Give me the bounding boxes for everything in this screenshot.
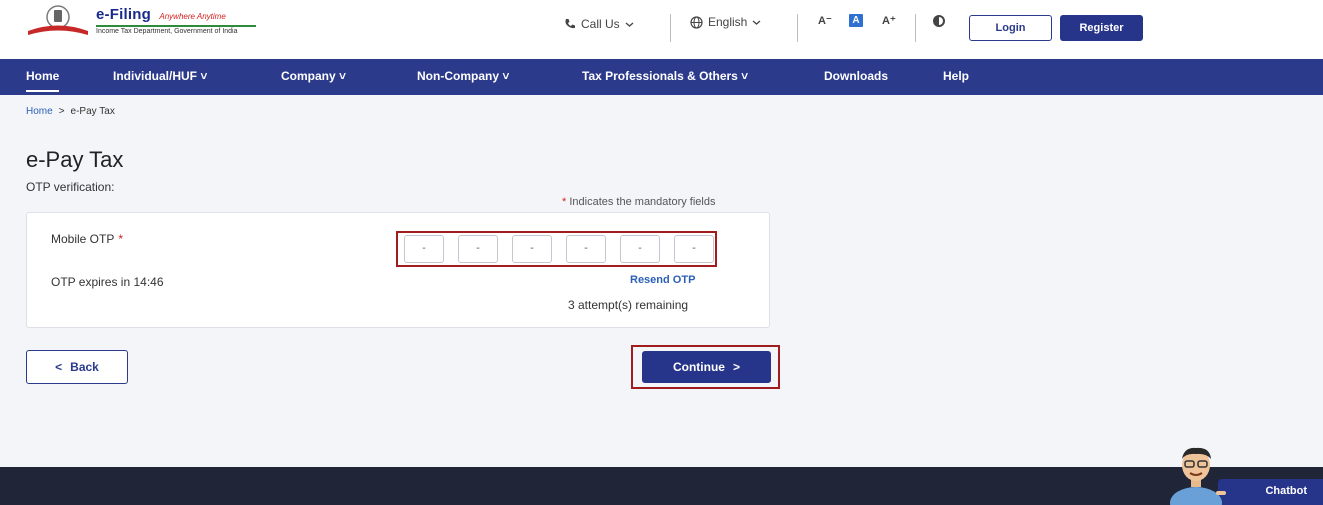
otp-input-group: - - - - - - — [396, 231, 717, 267]
breadcrumb-separator: > — [58, 106, 65, 117]
page-subtitle: OTP verification: — [26, 180, 115, 194]
otp-digit-2[interactable]: - — [458, 235, 498, 263]
emblem-logo[interactable] — [26, 4, 90, 38]
breadcrumb-home[interactable]: Home — [26, 106, 53, 117]
page-title: e-Pay Tax — [26, 147, 124, 172]
resend-otp-link[interactable]: Resend OTP — [630, 274, 695, 286]
nav-non-company[interactable]: Non-Company ˅ — [417, 69, 509, 83]
brand[interactable]: e-Filing Anywhere Anytime Income Tax Dep… — [96, 6, 256, 35]
toolbar-divider — [915, 14, 916, 42]
call-us-label: Call Us — [581, 17, 620, 31]
brand-subtitle: Income Tax Department, Government of Ind… — [96, 28, 238, 35]
chatbot-button[interactable]: Chatbot — [1218, 479, 1323, 505]
required-star: * — [562, 196, 567, 208]
language-label: English — [708, 15, 748, 29]
chevron-down-icon — [625, 22, 634, 27]
top-header: e-Filing Anywhere Anytime Income Tax Dep… — [0, 0, 1323, 59]
phone-icon — [565, 19, 575, 29]
chatbot-label: Chatbot — [1265, 485, 1307, 497]
toolbar-divider — [797, 14, 798, 42]
login-button[interactable]: Login — [969, 15, 1052, 41]
chevron-left-icon: < — [55, 360, 63, 374]
otp-digit-6[interactable]: - — [674, 235, 714, 263]
otp-digit-4[interactable]: - — [566, 235, 606, 263]
mandatory-note-text: Indicates the mandatory fields — [569, 196, 716, 208]
nav-tax-professionals[interactable]: Tax Professionals & Others ˅ — [582, 69, 748, 83]
chevron-down-icon — [752, 20, 761, 25]
breadcrumb-current: e-Pay Tax — [70, 106, 115, 117]
nav-downloads[interactable]: Downloads — [824, 69, 888, 83]
footer — [0, 467, 1323, 505]
required-star: * — [118, 232, 124, 246]
nav-home[interactable]: Home — [26, 69, 60, 92]
attempts-remaining: 3 attempt(s) remaining — [568, 298, 689, 312]
mandatory-note: * Indicates the mandatory fields — [562, 196, 715, 208]
chatbot-avatar-icon[interactable] — [1166, 445, 1228, 505]
otp-card: Mobile OTP * - - - - - - OTP expires in 1… — [26, 212, 770, 328]
call-us-menu[interactable]: Call Us — [564, 17, 634, 31]
chevron-right-icon: > — [732, 360, 740, 374]
otp-digit-5[interactable]: - — [620, 235, 660, 263]
mobile-otp-label: Mobile OTP * — [51, 232, 123, 246]
nav-help[interactable]: Help — [943, 69, 969, 83]
toolbar-divider — [670, 14, 671, 42]
font-decrease-button[interactable]: A⁻ — [818, 14, 832, 27]
continue-button[interactable]: Continue > — [642, 351, 771, 383]
nav-company[interactable]: Company ˅ — [281, 69, 346, 83]
main-nav: Home Individual/HUF ˅ Company ˅ Non-Comp… — [0, 59, 1323, 95]
font-default-button[interactable]: A — [849, 14, 863, 27]
breadcrumb: Home > e-Pay Tax — [26, 106, 115, 117]
brand-tagline: Anywhere Anytime — [159, 12, 226, 21]
back-button[interactable]: < Back — [26, 350, 128, 384]
back-label: Back — [70, 360, 99, 374]
otp-expiry-timer: OTP expires in 14:46 — [51, 275, 164, 289]
nav-individual-huf[interactable]: Individual/HUF ˅ — [113, 69, 207, 83]
brand-divider — [96, 25, 256, 27]
otp-digit-1[interactable]: - — [404, 235, 444, 263]
contrast-toggle-icon[interactable] — [933, 15, 945, 27]
mobile-otp-label-text: Mobile OTP — [51, 232, 115, 246]
brand-title: e-Filing — [96, 6, 151, 23]
font-increase-button[interactable]: A⁺ — [882, 14, 896, 27]
register-button[interactable]: Register — [1060, 15, 1143, 41]
language-select[interactable]: English — [690, 15, 761, 29]
otp-digit-3[interactable]: - — [512, 235, 552, 263]
continue-label: Continue — [672, 360, 725, 374]
continue-highlight: Continue > — [631, 345, 780, 389]
globe-icon — [690, 15, 703, 29]
